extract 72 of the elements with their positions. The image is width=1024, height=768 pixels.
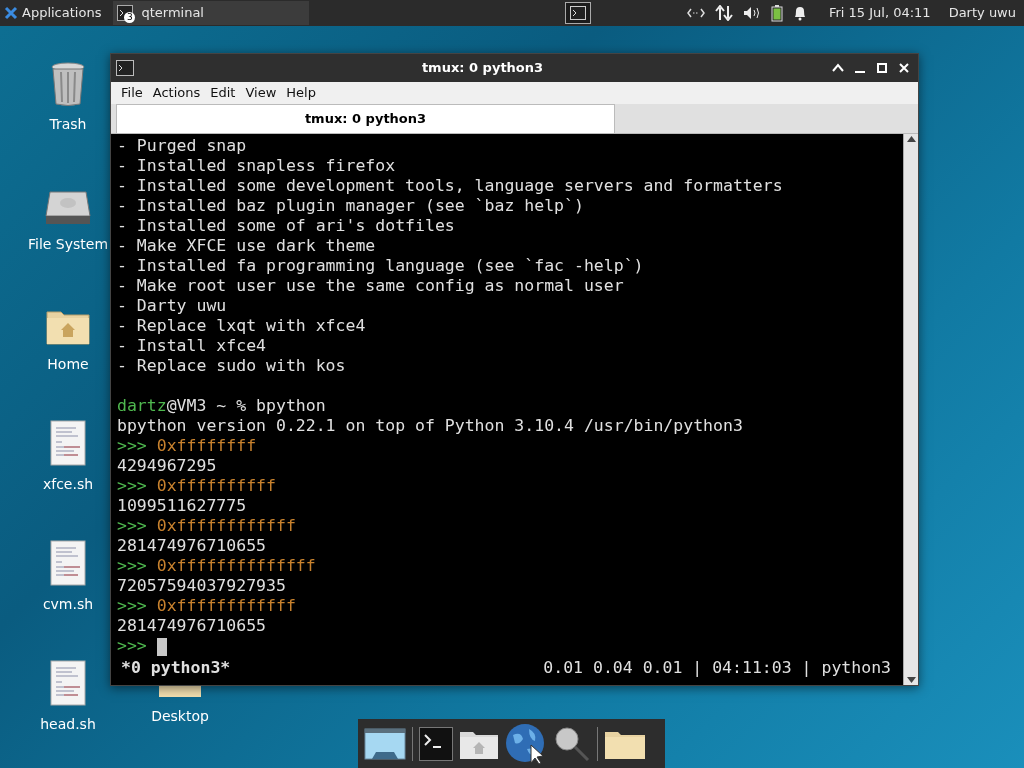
tmux-window-status: *0 python3* [120, 658, 231, 678]
terminal-line: - Make root user use the same config as normal user [117, 276, 624, 295]
scrollbar[interactable] [903, 134, 918, 685]
terminal-line: - Make XFCE use dark theme [117, 236, 376, 255]
terminal-line: 72057594037927935 [117, 576, 286, 595]
terminal-line: >>> 0xffffffff [117, 436, 257, 455]
text-file-icon [50, 660, 86, 706]
desktop-icon-label[interactable]: Desktop [151, 706, 209, 727]
notification-bell-icon[interactable] [792, 5, 807, 21]
desktop-icon-label[interactable]: Home [47, 354, 89, 375]
desktop-icon-label[interactable]: File System [27, 234, 109, 255]
home-folder-icon [45, 308, 91, 346]
menu-item[interactable]: Edit [206, 83, 240, 103]
desktop-window-icon[interactable] [364, 727, 406, 760]
menu-item[interactable]: File [117, 83, 147, 103]
trash-icon [50, 62, 86, 106]
battery-icon[interactable] [770, 4, 783, 22]
desktop-icon-label[interactable]: cvm.sh [42, 594, 94, 615]
clock[interactable]: Fri 15 Jul, 04:11 [828, 3, 931, 23]
menu-item[interactable]: Help [282, 83, 320, 103]
text-file-icon [50, 540, 86, 586]
text-cursor [156, 637, 167, 656]
terminal-line: 281474976710655 [117, 536, 266, 555]
terminal-line: >>> 0xffffffffffff [117, 596, 296, 615]
terminal-line: bpython version 0.22.1 on top of Python 3.10.4 /usr/bin/python3 [117, 416, 743, 435]
network-icon[interactable] [686, 7, 705, 19]
terminal-line: - Installed fa programming language (see `fac -help`) [117, 256, 644, 275]
terminal-icon[interactable] [419, 726, 453, 761]
close-icon[interactable] [897, 61, 911, 75]
taskbar-button[interactable]: 3 qterminal [113, 1, 310, 25]
terminal-line: - Replace sudo with kos [117, 356, 346, 375]
menu-item[interactable]: View [241, 83, 281, 103]
window-title: tmux: 0 python3 [420, 59, 545, 78]
menu-item[interactable]: Actions [148, 83, 205, 103]
xfce-logo-icon [4, 6, 18, 20]
terminal-line: 1099511627775 [117, 496, 247, 515]
applications-menu[interactable]: Applications [0, 0, 106, 26]
scroll-down-icon[interactable] [906, 677, 916, 683]
show-terminal-button[interactable] [565, 2, 592, 24]
terminal-line: dartz@VM3 ~ % bpython [117, 396, 326, 415]
hard-drive-icon [45, 190, 91, 226]
terminal-line: - Installed snapless firefox [117, 156, 396, 175]
terminal-line: - Darty uwu [117, 296, 227, 315]
desktop-icon-label[interactable]: Trash [49, 114, 87, 135]
desktop-icon-label[interactable]: xfce.sh [42, 474, 94, 495]
terminal-line: - Purged snap [117, 136, 247, 155]
desktop-icon-label[interactable]: head.sh [40, 714, 96, 735]
terminal-line: - Installed some development tools, language servers and formatters [117, 176, 783, 195]
terminal-line: - Replace lxqt with xfce4 [117, 316, 366, 335]
maximize-icon[interactable] [875, 61, 889, 75]
terminal-line: 281474976710655 [117, 616, 266, 635]
terminal-tab[interactable]: tmux: 0 python3 [116, 104, 615, 133]
terminal-line: - Install xfce4 [117, 336, 266, 355]
volume-icon[interactable] [742, 6, 761, 20]
terminal-line: - Installed some of ari's dotfiles [117, 216, 455, 235]
window-count-badge: 3 [124, 12, 136, 23]
text-file-icon [50, 420, 86, 466]
scroll-up-icon[interactable] [906, 136, 916, 142]
terminal-icon [116, 60, 134, 76]
user-name[interactable]: Darty uwu [948, 3, 1016, 23]
terminal-icon [570, 6, 587, 20]
terminal-line: - Installed baz plugin manager (see `baz help`) [117, 196, 584, 215]
magnifier-icon[interactable] [553, 724, 591, 763]
transfer-arrows-icon[interactable] [714, 5, 733, 21]
terminal-line: >>> 0xffffffffffffff [117, 556, 316, 575]
terminal-line: 4294967295 [117, 456, 217, 475]
terminal-line: >>> 0xffffffffffff [117, 516, 296, 535]
terminal-line: >>> 0xffffffffff [117, 476, 276, 495]
tmux-status-info: 0.01 0.04 0.01 | 04:11:03 | python3 [543, 658, 891, 678]
folder-icon [159, 686, 201, 697]
globe-icon[interactable] [505, 722, 547, 765]
terminal-line: >>> [117, 636, 167, 655]
